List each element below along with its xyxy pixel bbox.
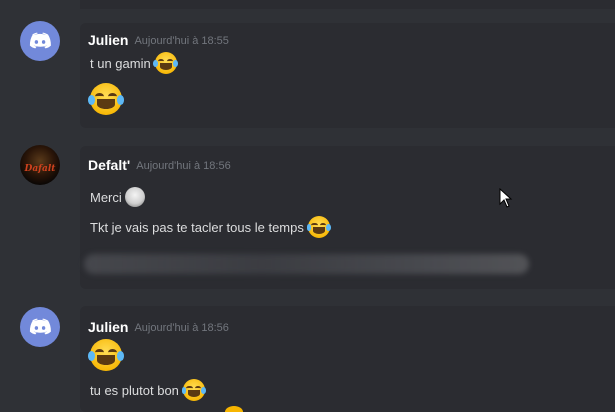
message-timestamp: Aujourd'hui à 18:55 xyxy=(134,35,229,47)
joy-emoji-icon xyxy=(225,406,243,412)
author-name[interactable]: Julien xyxy=(88,319,128,335)
author-name[interactable]: Julien xyxy=(88,32,128,48)
chat-window: Julien Aujourd'hui à 18:55 t un gamin Daf… xyxy=(0,0,615,412)
joy-emoji-icon xyxy=(88,339,124,371)
joy-emoji-icon xyxy=(181,379,207,401)
message-author[interactable]: Julien Aujourd'hui à 18:55 xyxy=(88,32,229,48)
user-avatar-icon: Dafalt xyxy=(24,164,57,174)
message-line: Tkt je vais pas te tacler tous le temps xyxy=(90,216,332,238)
message-author[interactable]: Defalt' Aujourd'hui à 18:56 xyxy=(88,157,231,173)
custom-face-emoji-icon xyxy=(124,187,145,207)
message-text: Tkt je vais pas te tacler tous le temps xyxy=(90,219,304,235)
blurred-message-text xyxy=(84,254,529,274)
message-text: t un gamin xyxy=(90,55,151,71)
joy-emoji-icon xyxy=(88,83,124,115)
message-text: tu es plutot bon xyxy=(90,382,179,398)
previous-message-card xyxy=(80,0,615,9)
svg-text:Dafalt: Dafalt xyxy=(24,164,57,174)
message-line: t un gamin xyxy=(90,52,179,74)
discord-logo-icon xyxy=(29,32,51,49)
message-line xyxy=(88,83,124,115)
message-author[interactable]: Julien Aujourd'hui à 18:56 xyxy=(88,319,229,335)
message-line xyxy=(88,339,124,371)
message-text: Merci xyxy=(90,189,122,205)
joy-emoji-icon xyxy=(306,216,332,238)
mouse-cursor-icon xyxy=(499,188,513,208)
discord-logo-icon xyxy=(29,318,51,335)
message-line: Merci xyxy=(90,187,145,207)
author-name[interactable]: Defalt' xyxy=(88,157,130,173)
avatar[interactable] xyxy=(20,307,60,347)
message-timestamp: Aujourd'hui à 18:56 xyxy=(136,160,231,172)
avatar[interactable]: Dafalt xyxy=(20,145,60,185)
joy-emoji-icon xyxy=(153,52,179,74)
message-timestamp: Aujourd'hui à 18:56 xyxy=(134,322,229,334)
avatar[interactable] xyxy=(20,21,60,61)
message-line: tu es plutot bon xyxy=(90,379,207,401)
